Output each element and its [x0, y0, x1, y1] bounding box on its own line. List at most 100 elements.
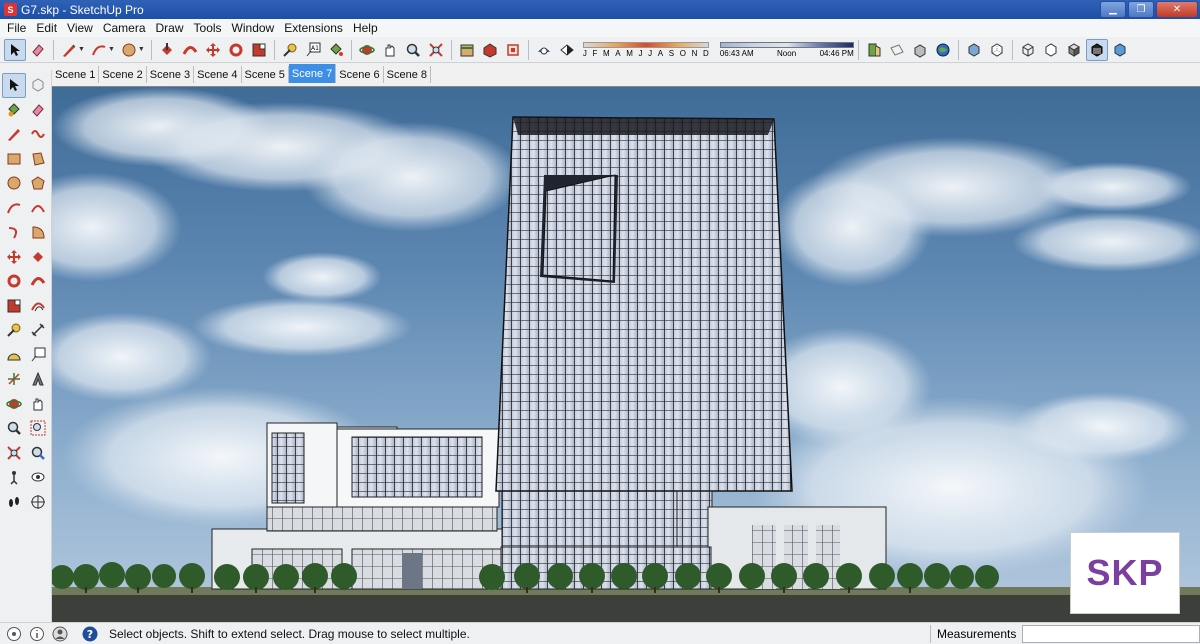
axes-tool[interactable]	[2, 367, 26, 392]
make-component-tool[interactable]	[26, 73, 50, 98]
rotate-tool-button[interactable]	[225, 39, 247, 61]
shadows-toggle-button[interactable]	[533, 39, 555, 61]
model-viewport[interactable]: SKP	[52, 86, 1200, 622]
tab-scene-4[interactable]: Scene 4	[194, 66, 242, 83]
pie-tool[interactable]	[26, 220, 50, 245]
extension-warehouse-button[interactable]	[479, 39, 501, 61]
text-tool-button[interactable]: A1	[302, 39, 324, 61]
follow-me-tool[interactable]	[26, 269, 50, 294]
shape-tool-button[interactable]	[118, 39, 140, 61]
xray-style-button[interactable]	[963, 39, 985, 61]
menu-edit[interactable]: Edit	[31, 21, 62, 35]
menu-camera[interactable]: Camera	[98, 21, 151, 35]
line-tool-button[interactable]	[58, 39, 80, 61]
polygon-tool[interactable]	[26, 171, 50, 196]
eraser-tool[interactable]	[26, 98, 50, 123]
move-tool-button[interactable]	[202, 39, 224, 61]
dimension-tool[interactable]	[26, 318, 50, 343]
arc-dropdown-icon[interactable]: ▼	[108, 46, 115, 53]
shaded-textures-style-button[interactable]	[1085, 38, 1108, 61]
follow-me-button[interactable]	[179, 39, 201, 61]
text-tool[interactable]	[26, 343, 50, 368]
menu-tools[interactable]: Tools	[189, 21, 227, 35]
tab-scene-5[interactable]: Scene 5	[242, 66, 289, 83]
pan-button[interactable]	[379, 39, 401, 61]
offset-tool[interactable]	[26, 294, 50, 319]
two-point-arc-tool[interactable]	[26, 196, 50, 221]
line-dropdown-icon[interactable]: ▼	[78, 46, 85, 53]
position-camera-tool[interactable]	[2, 465, 26, 490]
eraser-tool-button[interactable]	[27, 39, 49, 61]
help-status-icon[interactable]: ?	[81, 625, 99, 643]
tape-measure-tool[interactable]	[2, 318, 26, 343]
zoom-button[interactable]	[402, 39, 424, 61]
geo-location-status-icon[interactable]	[5, 625, 23, 643]
back-edges-style-button[interactable]	[986, 39, 1008, 61]
protractor-tool[interactable]	[2, 343, 26, 368]
zoom-extents-button[interactable]	[425, 39, 447, 61]
circle-tool[interactable]	[2, 171, 26, 196]
rotate-tool[interactable]	[2, 269, 26, 294]
shape-dropdown-icon[interactable]: ▼	[138, 46, 145, 53]
hidden-line-style-button[interactable]	[1040, 39, 1062, 61]
tab-scene-3[interactable]: Scene 3	[147, 66, 195, 83]
measurements-input[interactable]	[1022, 625, 1200, 643]
tab-scene-6[interactable]: Scene 6	[336, 66, 384, 83]
menu-extensions[interactable]: Extensions	[279, 21, 348, 35]
close-button[interactable]: ✕	[1156, 1, 1198, 18]
tab-scene-8[interactable]: Scene 8	[384, 66, 431, 83]
3d-text-tool[interactable]	[26, 367, 50, 392]
select-tool[interactable]	[2, 73, 26, 98]
push-pull-button[interactable]	[156, 39, 178, 61]
three-point-arc-tool[interactable]	[2, 220, 26, 245]
push-pull-tool[interactable]	[26, 245, 50, 270]
credits-status-icon[interactable]	[28, 625, 46, 643]
zoom-tool[interactable]	[2, 416, 26, 441]
tape-measure-button[interactable]	[279, 39, 301, 61]
shadow-date-slider[interactable]: J F M A M J J A S O N D	[582, 41, 709, 58]
wireframe-style-button[interactable]	[1017, 39, 1039, 61]
menu-help[interactable]: Help	[348, 21, 383, 35]
look-around-tool[interactable]	[26, 465, 50, 490]
pan-tool[interactable]	[26, 392, 50, 417]
walk-tool[interactable]	[2, 490, 26, 515]
tab-scene-7[interactable]: Scene 7	[288, 64, 337, 83]
scale-tool-button[interactable]	[248, 39, 270, 61]
tab-scene-2[interactable]: Scene 2	[99, 66, 147, 83]
menu-view[interactable]: View	[62, 21, 98, 35]
geo-location-button[interactable]	[932, 39, 954, 61]
select-tool-button[interactable]	[4, 38, 26, 61]
line-tool[interactable]	[2, 122, 26, 147]
menu-draw[interactable]: Draw	[151, 21, 189, 35]
arc-tool[interactable]	[2, 196, 26, 221]
orbit-tool[interactable]	[2, 392, 26, 417]
maximize-button[interactable]: ❐	[1128, 1, 1154, 18]
section-plane-tool[interactable]	[26, 490, 50, 515]
section-plane-button[interactable]	[863, 39, 885, 61]
rotated-rectangle-tool[interactable]	[26, 147, 50, 172]
display-section-planes-button[interactable]	[886, 39, 908, 61]
zoom-window-tool[interactable]	[26, 416, 50, 441]
orbit-button[interactable]	[356, 39, 378, 61]
arc-tool-button[interactable]	[88, 39, 110, 61]
move-tool[interactable]	[2, 245, 26, 270]
menu-window[interactable]: Window	[227, 21, 280, 35]
scale-tool[interactable]	[2, 294, 26, 319]
freehand-tool[interactable]	[26, 122, 50, 147]
shadow-time-slider[interactable]: 06:43 AM Noon 04:46 PM	[719, 41, 854, 58]
tab-scene-1[interactable]: Scene 1	[52, 66, 100, 83]
previous-view-tool[interactable]	[26, 441, 50, 466]
components-button[interactable]	[502, 39, 524, 61]
paint-bucket-button[interactable]	[325, 39, 347, 61]
user-status-icon[interactable]	[51, 625, 69, 643]
minimize-button[interactable]: ▁	[1100, 1, 1126, 18]
monochrome-style-button[interactable]	[1109, 39, 1131, 61]
zoom-extents-tool[interactable]	[2, 441, 26, 466]
3d-warehouse-button[interactable]	[456, 39, 478, 61]
shaded-style-button[interactable]	[1063, 39, 1085, 61]
fog-toggle-button[interactable]	[556, 39, 578, 61]
month-gradient-bar[interactable]	[582, 41, 709, 48]
menu-file[interactable]: File	[2, 21, 31, 35]
paint-bucket-tool[interactable]	[2, 98, 26, 123]
section-cuts-button[interactable]	[909, 39, 931, 61]
